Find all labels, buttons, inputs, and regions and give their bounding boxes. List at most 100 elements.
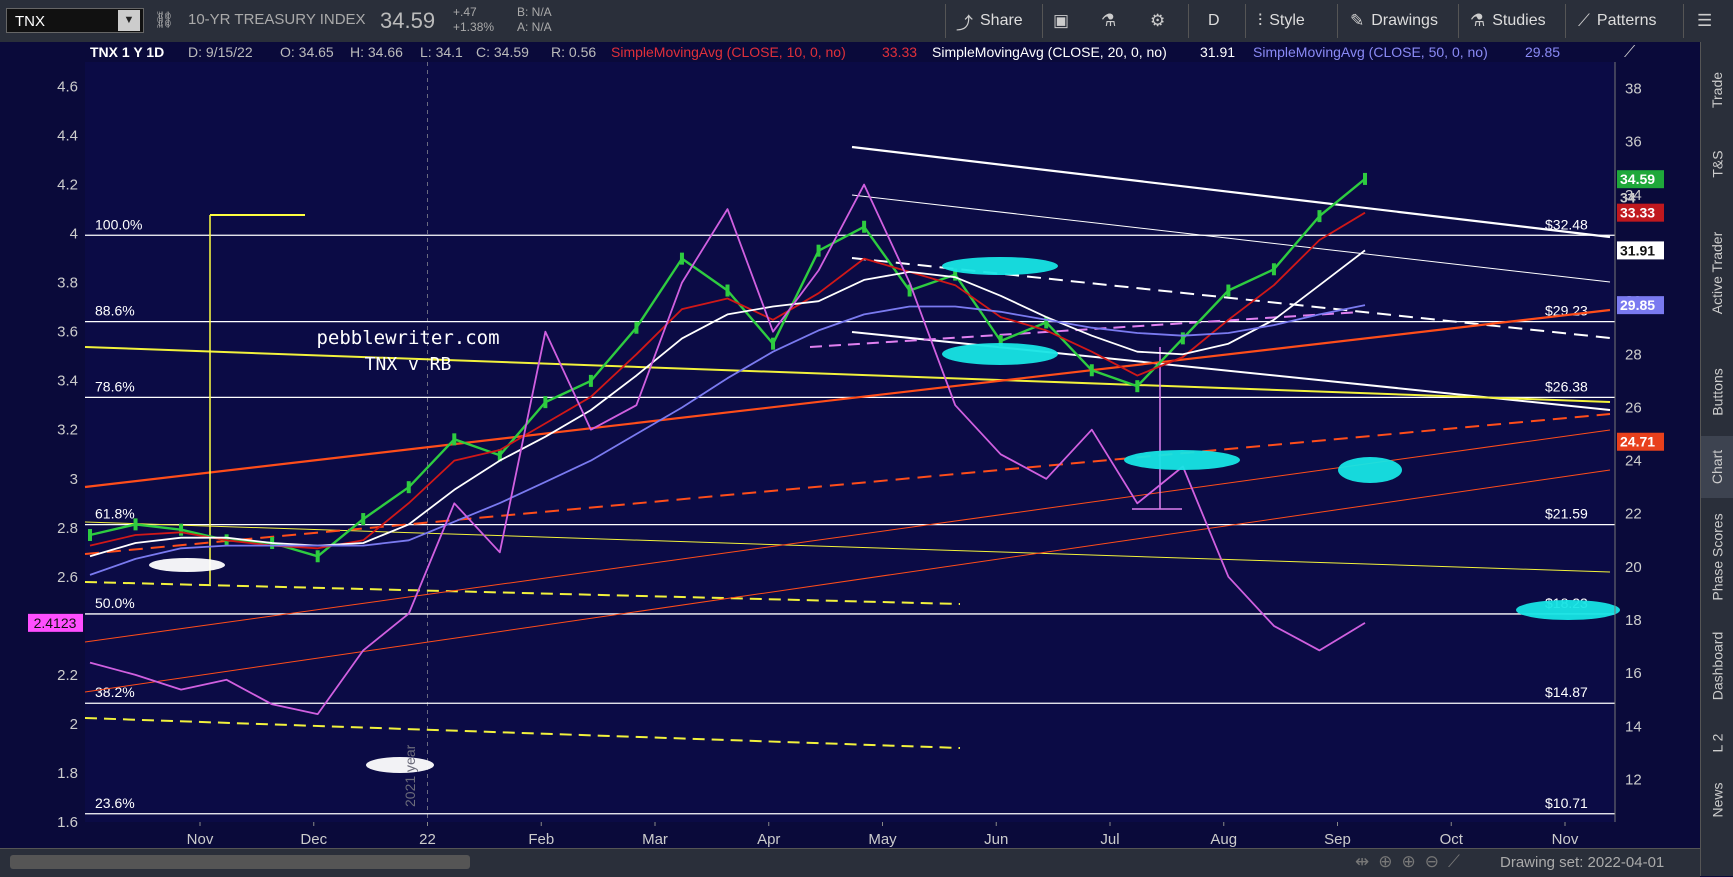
tab-news[interactable]: News xyxy=(1701,770,1733,830)
studies-button[interactable]: ⚗ Studies xyxy=(1470,0,1546,42)
menu-button[interactable]: ☰ xyxy=(1697,0,1712,42)
menu-icon: ☰ xyxy=(1697,11,1713,30)
candles-icon: ⫶ xyxy=(1258,11,1263,30)
right-tick-label: 16 xyxy=(1625,665,1642,682)
x-tick-label: Oct xyxy=(1440,831,1464,848)
ask-value: A: N/A xyxy=(517,20,552,34)
sma50-label: SimpleMovingAvg (CLOSE, 50, 0, no) xyxy=(1253,44,1488,60)
sma50-value: 29.85 xyxy=(1525,44,1560,60)
tab-level2[interactable]: L 2 xyxy=(1701,720,1733,766)
price-tag-label: 33.33 xyxy=(1620,205,1655,221)
watermark-line2: TNX v RB xyxy=(365,354,452,375)
x-tick-label: Dec xyxy=(300,831,327,848)
data-point xyxy=(634,321,639,334)
left-tick-label: 4 xyxy=(70,226,78,243)
data-point xyxy=(179,523,184,536)
left-tick-label: 4.6 xyxy=(57,79,78,96)
data-point xyxy=(1317,210,1322,223)
fib-percent-label: 78.6% xyxy=(95,378,135,394)
crosshair-icon[interactable]: ⊕ xyxy=(1378,852,1401,871)
price-tag-label: 24.71 xyxy=(1620,434,1655,450)
drawings-label: Drawings xyxy=(1371,12,1438,29)
change-value: +.47 xyxy=(453,5,477,19)
fib-value-label: $26.38 xyxy=(1545,378,1588,394)
zoom-in-icon[interactable]: ⊕ xyxy=(1402,852,1425,871)
toolbar-divider xyxy=(1188,4,1189,38)
studies-label: Studies xyxy=(1492,12,1546,29)
data-point xyxy=(862,220,867,233)
share-icon: ⤴ xyxy=(956,13,973,33)
toolbar-divider xyxy=(1458,4,1459,38)
left-tick-label: 4.4 xyxy=(57,128,78,145)
data-point xyxy=(452,433,457,446)
left-tick-label: 3.8 xyxy=(57,275,78,292)
right-tick-label: 26 xyxy=(1625,399,1642,416)
last-price: 34.59 xyxy=(380,8,436,33)
x-tick-label: May xyxy=(868,831,897,848)
right-tick-label: 14 xyxy=(1625,718,1642,735)
left-tick-label: 3 xyxy=(70,471,78,488)
data-point xyxy=(1271,263,1276,276)
patterns-button[interactable]: ⟋ Patterns xyxy=(1578,0,1657,42)
toolbar-divider xyxy=(1042,4,1043,38)
symbol-dropdown-icon[interactable]: ▼ xyxy=(118,10,140,31)
tab-active-trader[interactable]: Active Trader xyxy=(1701,198,1733,348)
x-tick-label: Mar xyxy=(642,831,668,848)
share-label: Share xyxy=(980,12,1023,29)
drawing-set-label[interactable]: Drawing set: 2022-04-01 xyxy=(1500,854,1664,871)
link-icon[interactable]: ⛓ xyxy=(154,10,174,30)
settings-button[interactable]: ⚙ xyxy=(1150,0,1165,42)
tab-trade[interactable]: Trade xyxy=(1701,50,1733,130)
x-tick-label: Sep xyxy=(1324,831,1351,848)
x-tick-label: Nov xyxy=(1552,831,1579,848)
data-point xyxy=(406,481,411,494)
right-tick-label: 12 xyxy=(1625,771,1642,788)
fib-percent-label: 88.6% xyxy=(95,303,135,319)
chart-tools-icon[interactable]: ⟋ xyxy=(1624,44,1636,61)
data-point xyxy=(816,244,821,257)
sma10-label: SimpleMovingAvg (CLOSE, 10, 0, no) xyxy=(611,44,846,60)
data-point xyxy=(771,337,776,350)
share-button[interactable]: ⤴ Share xyxy=(956,0,1023,42)
flask-icon: ⚗ xyxy=(1470,11,1486,30)
data-point xyxy=(588,374,593,387)
drawing-tool-icon[interactable]: ⟋ xyxy=(1448,852,1469,871)
fib-value-label: $21.59 xyxy=(1545,506,1588,522)
bid-value: B: N/A xyxy=(517,5,552,19)
style-button[interactable]: ⫶ Style xyxy=(1258,0,1305,42)
bottom-bar: ⇹⊕⊕⊖⟋ Drawing set: 2022-04-01 xyxy=(0,848,1700,877)
right-side-panel: Trade T&S Active Trader Buttons Chart Ph… xyxy=(1700,42,1733,876)
pan-icon[interactable]: ⇹ xyxy=(1355,852,1378,871)
x-tick-label: 22 xyxy=(419,831,436,848)
patterns-icon: ⟋ xyxy=(1578,11,1590,30)
flask-button[interactable]: ⚗ xyxy=(1101,0,1116,42)
x-tick-label: Nov xyxy=(187,831,214,848)
zoom-out-icon[interactable]: ⊖ xyxy=(1425,852,1448,871)
tab-phase-scores[interactable]: Phase Scores xyxy=(1701,502,1733,612)
highlight-ellipse xyxy=(1516,600,1620,620)
snapshot-button[interactable]: ▣ xyxy=(1053,0,1069,42)
price-chart[interactable]: 100.0% $32.4888.6% $29.2378.6% $26.3861.8% $… xyxy=(0,42,1700,858)
tab-time-and-sales[interactable]: T&S xyxy=(1701,134,1733,194)
data-point xyxy=(1089,364,1094,377)
tab-dashboard[interactable]: Dashboard xyxy=(1701,616,1733,716)
bid-ask: B: N/A A: N/A xyxy=(517,5,552,35)
data-point xyxy=(1180,332,1185,345)
tab-buttons[interactable]: Buttons xyxy=(1701,352,1733,432)
patterns-label: Patterns xyxy=(1596,12,1657,29)
highlight-ellipse xyxy=(1338,457,1402,483)
period-button[interactable]: D xyxy=(1208,0,1220,42)
highlight-ellipse xyxy=(942,257,1058,275)
header-date: D: 9/15/22 xyxy=(188,44,253,60)
highlight-ellipse xyxy=(1124,450,1240,470)
left-tick-label: 3.2 xyxy=(57,422,78,439)
drawings-button[interactable]: ✎ Drawings xyxy=(1350,0,1438,42)
time-scrollbar[interactable] xyxy=(10,855,470,869)
price-tag-label: 29.85 xyxy=(1620,297,1655,313)
x-tick-label: Apr xyxy=(757,831,780,848)
style-label: Style xyxy=(1269,12,1305,29)
data-point xyxy=(1135,380,1140,393)
header-high: H: 34.66 xyxy=(350,44,403,60)
zoom-tools[interactable]: ⇹⊕⊕⊖⟋ xyxy=(1355,852,1469,872)
tab-chart[interactable]: Chart xyxy=(1701,436,1733,498)
